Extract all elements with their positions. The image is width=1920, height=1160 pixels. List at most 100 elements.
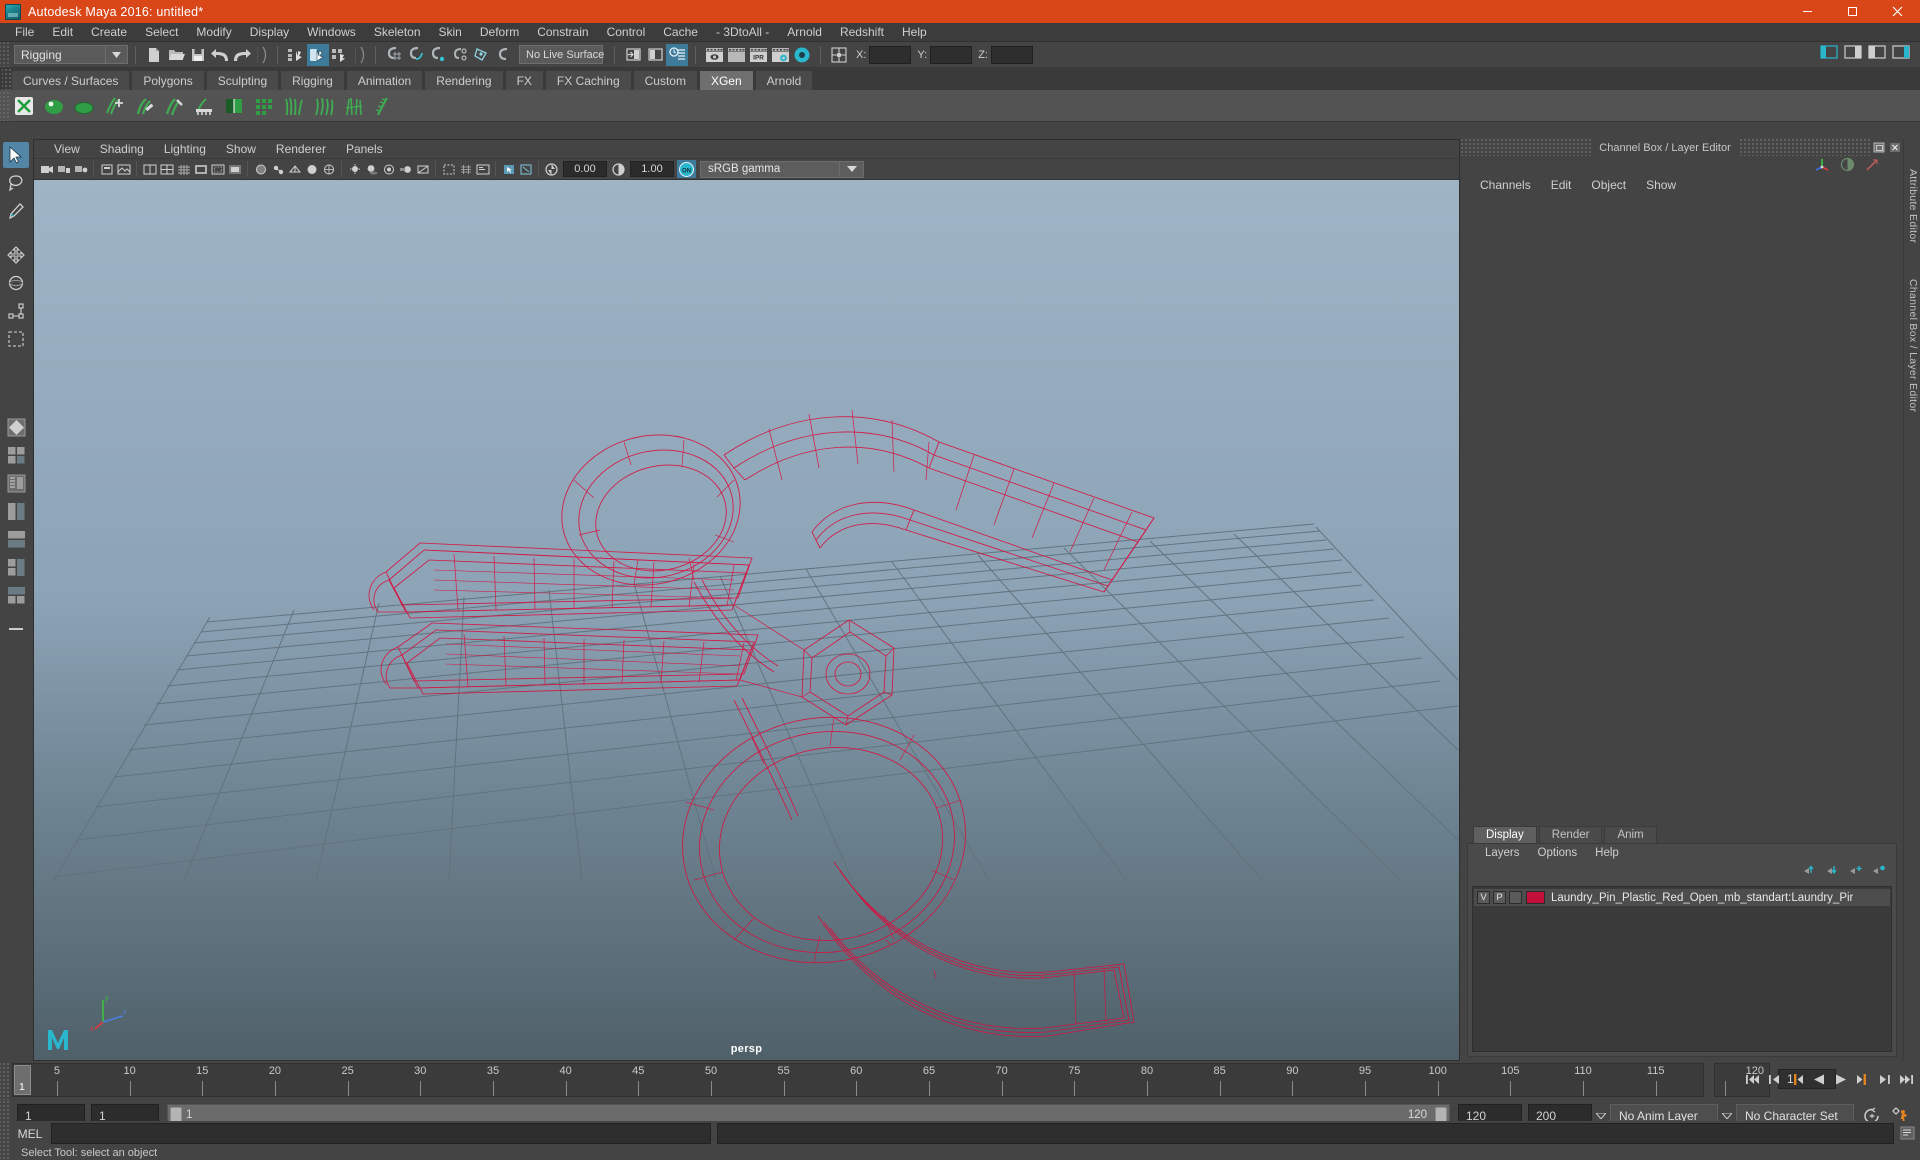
xgen-brush-icon[interactable] xyxy=(129,92,159,120)
viewport-menu-shading[interactable]: Shading xyxy=(90,140,154,159)
go-to-end-icon[interactable] xyxy=(1897,1068,1916,1090)
show-hide-modeling-toolkit-icon[interactable] xyxy=(1818,41,1840,63)
move-tool[interactable] xyxy=(3,242,29,268)
shadows-icon[interactable] xyxy=(363,160,380,178)
gamma-icon[interactable] xyxy=(610,160,627,178)
layer-playback-toggle[interactable]: P xyxy=(1493,891,1506,904)
two-pane-side-layout[interactable] xyxy=(3,498,29,524)
image-plane-icon[interactable] xyxy=(115,160,132,178)
layer-menu-help[interactable]: Help xyxy=(1586,844,1628,862)
layer-tab-display[interactable]: Display xyxy=(1473,826,1537,843)
snap-to-view-plane-icon[interactable] xyxy=(471,44,493,66)
layer-list[interactable]: V P Laundry_Pin_Plastic_Red_Open_mb_stan… xyxy=(1472,886,1892,1052)
persp-outliner-layout[interactable] xyxy=(3,470,29,496)
menu-3dtoall[interactable]: - 3DtoAll - xyxy=(707,23,778,42)
show-hide-tool-settings-icon[interactable] xyxy=(1866,41,1888,63)
show-hide-attribute-editor-icon[interactable] xyxy=(666,43,688,66)
xgen-density-icon[interactable] xyxy=(249,92,279,120)
minimize-icon[interactable] xyxy=(1785,0,1830,23)
shelf-tab-arnold[interactable]: Arnold xyxy=(754,70,814,90)
time-slider-track[interactable]: 5 10 15 20 25 30 35 40 45 50 55 60 65 70… xyxy=(12,1063,1704,1097)
scale-tool[interactable] xyxy=(3,298,29,324)
dock-label-channel-box[interactable]: Channel Box / Layer Editor xyxy=(1907,279,1919,412)
snap-to-curve-icon[interactable] xyxy=(405,44,427,66)
close-icon[interactable] xyxy=(1875,0,1920,23)
step-forward-frame-icon[interactable] xyxy=(1853,1068,1872,1090)
shelf-tab-sculpting[interactable]: Sculpting xyxy=(205,70,280,90)
time-slider-cursor[interactable]: 1 xyxy=(14,1065,31,1095)
menu-display[interactable]: Display xyxy=(241,23,298,42)
viewport-select-icon[interactable] xyxy=(500,160,517,178)
shelf-tab-animation[interactable]: Animation xyxy=(345,70,424,90)
xgen-sculpt-icon[interactable] xyxy=(159,92,189,120)
play-forwards-icon[interactable] xyxy=(1831,1068,1850,1090)
more-layouts[interactable] xyxy=(4,620,28,638)
menu-select[interactable]: Select xyxy=(136,23,187,42)
layer-visibility-toggle[interactable]: V xyxy=(1477,891,1490,904)
xgen-hair-icon[interactable] xyxy=(339,92,369,120)
grid-toggle-icon[interactable] xyxy=(175,160,192,178)
menu-deform[interactable]: Deform xyxy=(471,23,528,42)
toggle-icon[interactable] xyxy=(1840,157,1855,175)
xgen-grass-icon[interactable] xyxy=(279,92,309,120)
viewport-menu-renderer[interactable]: Renderer xyxy=(266,140,336,159)
panel-drag-dots-left[interactable] xyxy=(1460,139,1592,156)
menu-control[interactable]: Control xyxy=(598,23,655,42)
script-editor-icon[interactable] xyxy=(1898,1124,1918,1144)
snap-to-grid-icon[interactable] xyxy=(383,44,405,66)
coord-x-field[interactable] xyxy=(869,45,912,64)
show-hide-channel-box-icon[interactable] xyxy=(1890,41,1912,63)
show-hide-editors-right-icon[interactable] xyxy=(644,44,666,66)
open-scene-icon[interactable] xyxy=(165,44,187,66)
maximize-icon[interactable] xyxy=(1830,0,1875,23)
menu-cache[interactable]: Cache xyxy=(654,23,707,42)
hud-icon[interactable] xyxy=(474,160,491,178)
layer-color-swatch[interactable] xyxy=(1526,891,1545,904)
channel-box-menu-channels[interactable]: Channels xyxy=(1470,175,1541,195)
layer-tab-render[interactable]: Render xyxy=(1538,826,1603,843)
ipr-render-icon[interactable]: IPR xyxy=(747,44,769,66)
new-layer-from-selected-icon[interactable] xyxy=(1872,864,1886,879)
show-hide-attribute-editor-right-icon[interactable] xyxy=(1842,41,1864,63)
rotate-tool[interactable] xyxy=(3,270,29,296)
four-pane-icon[interactable] xyxy=(158,160,175,178)
chevron-down-icon[interactable] xyxy=(106,45,128,64)
joints-xray-icon[interactable] xyxy=(269,160,286,178)
show-hide-editors-left-icon[interactable] xyxy=(622,44,644,66)
step-back-frame-icon[interactable] xyxy=(1787,1068,1806,1090)
xgen-preview-icon[interactable] xyxy=(39,92,69,120)
attribute-icon[interactable] xyxy=(1865,157,1880,175)
make-live-icon[interactable] xyxy=(493,44,515,66)
single-perspective-layout[interactable] xyxy=(3,414,29,440)
three-pane-split-layout[interactable] xyxy=(3,554,29,580)
color-management-toggle-icon[interactable]: ON xyxy=(677,160,696,178)
go-to-start-icon[interactable] xyxy=(1743,1068,1762,1090)
layer-menu-layers[interactable]: Layers xyxy=(1476,844,1529,862)
play-backwards-icon[interactable] xyxy=(1809,1068,1828,1090)
lights-icon[interactable] xyxy=(346,160,363,178)
step-forward-keyframe-icon[interactable] xyxy=(1875,1068,1894,1090)
color-management-selector[interactable]: sRGB gamma xyxy=(700,160,840,178)
multisample-icon[interactable] xyxy=(414,160,431,178)
menu-create[interactable]: Create xyxy=(82,23,136,42)
manipulator-icon[interactable] xyxy=(1815,157,1830,175)
viewport-3d-canvas[interactable]: persp y z x xyxy=(34,180,1459,1060)
layer-row[interactable]: V P Laundry_Pin_Plastic_Red_Open_mb_stan… xyxy=(1474,889,1890,906)
motion-blur-icon[interactable] xyxy=(397,160,414,178)
select-by-hierarchy-icon[interactable] xyxy=(285,44,307,66)
paint-select-tool[interactable] xyxy=(3,198,29,224)
xgen-fur-icon[interactable] xyxy=(309,92,339,120)
command-language-label[interactable]: MEL xyxy=(9,1127,51,1141)
menu-set-selector[interactable]: Rigging xyxy=(14,45,106,64)
xray-icon[interactable] xyxy=(252,160,269,178)
channel-box-menu-show[interactable]: Show xyxy=(1636,175,1686,195)
undock-icon[interactable] xyxy=(1872,141,1886,154)
command-line-grip[interactable] xyxy=(0,1121,9,1146)
input-output-connections-icon[interactable] xyxy=(828,44,850,66)
smooth-shade-icon[interactable] xyxy=(303,160,320,178)
chevron-down-icon[interactable] xyxy=(840,160,864,178)
lock-camera-icon[interactable] xyxy=(55,160,72,178)
four-view-layout[interactable] xyxy=(3,442,29,468)
step-back-keyframe-icon[interactable] xyxy=(1765,1068,1784,1090)
shelf-icon-grip[interactable] xyxy=(0,90,9,121)
